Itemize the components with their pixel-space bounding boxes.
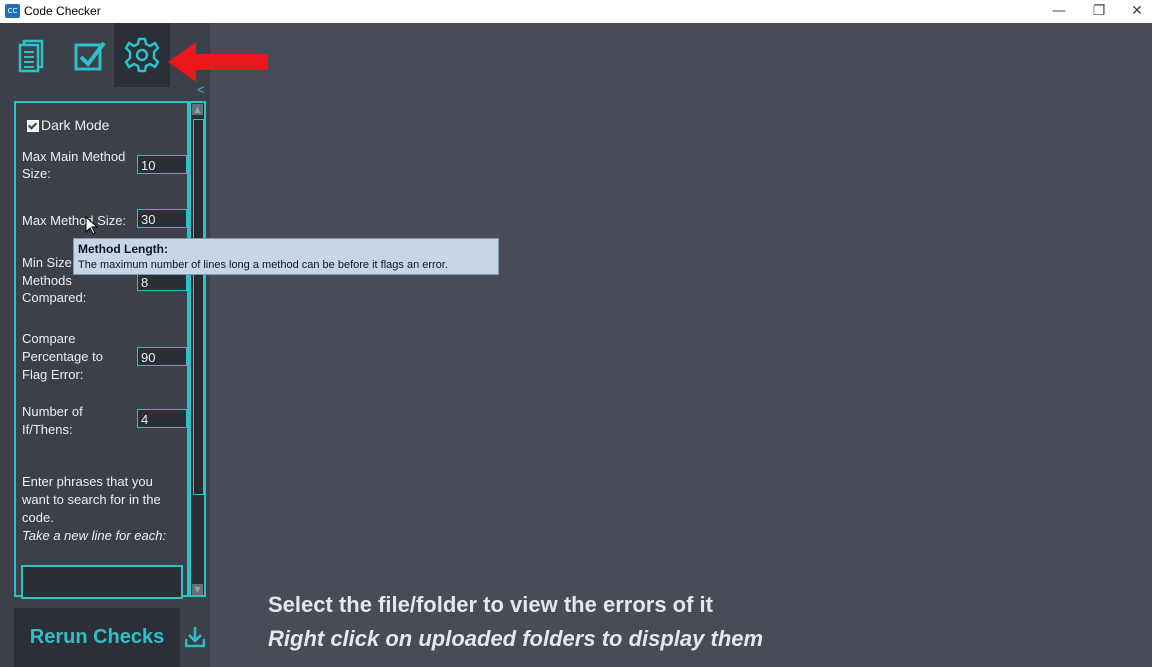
phrases-label-line3: code. bbox=[22, 510, 54, 525]
tab-settings[interactable] bbox=[114, 23, 170, 87]
checkbox-icon bbox=[74, 41, 106, 71]
main-message-select: Select the file/folder to view the error… bbox=[268, 592, 713, 617]
compare-label-line3: Flag Error: bbox=[22, 367, 84, 382]
ifthens-label-line2: If/Thens: bbox=[22, 422, 73, 437]
tab-files[interactable] bbox=[6, 23, 62, 87]
collapse-sidebar-button[interactable]: < bbox=[197, 82, 205, 97]
app-icon: CC bbox=[5, 4, 20, 18]
main-message-right-click: Right click on uploaded folders to displ… bbox=[268, 626, 764, 651]
title-bar: CC Code Checker — ❐ ✕ bbox=[0, 0, 1152, 23]
compare-label-line1: Compare bbox=[22, 331, 76, 346]
compare-label-line2: Percentage to bbox=[22, 349, 103, 364]
gear-icon bbox=[124, 37, 160, 73]
min-size-label-line2: Methods bbox=[22, 273, 72, 288]
min-size-label-line3: Compared: bbox=[22, 290, 87, 305]
compare-percentage-field[interactable]: 90 bbox=[137, 347, 187, 366]
download-icon[interactable] bbox=[185, 626, 205, 648]
dark-mode-label: Dark Mode bbox=[41, 117, 110, 133]
method-length-tooltip: Method Length: The maximum number of lin… bbox=[73, 238, 499, 275]
phrases-label-line1: Enter phrases that you bbox=[22, 474, 153, 489]
phrases-hint: Take a new line for each: bbox=[22, 528, 167, 543]
rerun-checks-button[interactable]: Rerun Checks bbox=[14, 608, 180, 667]
tab-checks[interactable] bbox=[62, 23, 118, 87]
max-main-method-label-line1: Max Main Method bbox=[22, 149, 126, 164]
ifthens-label-line1: Number of bbox=[22, 404, 83, 419]
document-icon bbox=[18, 39, 44, 73]
scroll-up-button[interactable]: ▲ bbox=[192, 104, 203, 115]
close-button[interactable]: ✕ bbox=[1114, 0, 1152, 23]
max-method-label: Max Method Size: bbox=[22, 213, 127, 228]
max-main-method-label-line2: Size: bbox=[22, 166, 51, 181]
max-main-method-field[interactable]: 10 bbox=[137, 155, 187, 174]
scroll-down-button[interactable]: ▼ bbox=[192, 584, 203, 595]
mouse-cursor-icon bbox=[85, 216, 99, 235]
max-method-field[interactable]: 30 bbox=[137, 209, 187, 228]
tooltip-title: Method Length: bbox=[78, 242, 168, 256]
min-size-label-line1: Min Size bbox=[22, 255, 72, 270]
annotation-arrow bbox=[168, 42, 268, 82]
scroll-thumb[interactable] bbox=[193, 119, 204, 495]
ifthens-field[interactable]: 4 bbox=[137, 409, 187, 428]
phrases-label-line2: want to search for in the bbox=[22, 492, 161, 507]
dark-mode-checkbox[interactable] bbox=[27, 120, 39, 132]
phrases-textarea[interactable] bbox=[21, 565, 183, 599]
window-title: Code Checker bbox=[24, 4, 101, 18]
settings-scrollbar[interactable]: ▲ ▼ bbox=[189, 101, 206, 597]
tooltip-body: The maximum number of lines long a metho… bbox=[78, 259, 448, 271]
